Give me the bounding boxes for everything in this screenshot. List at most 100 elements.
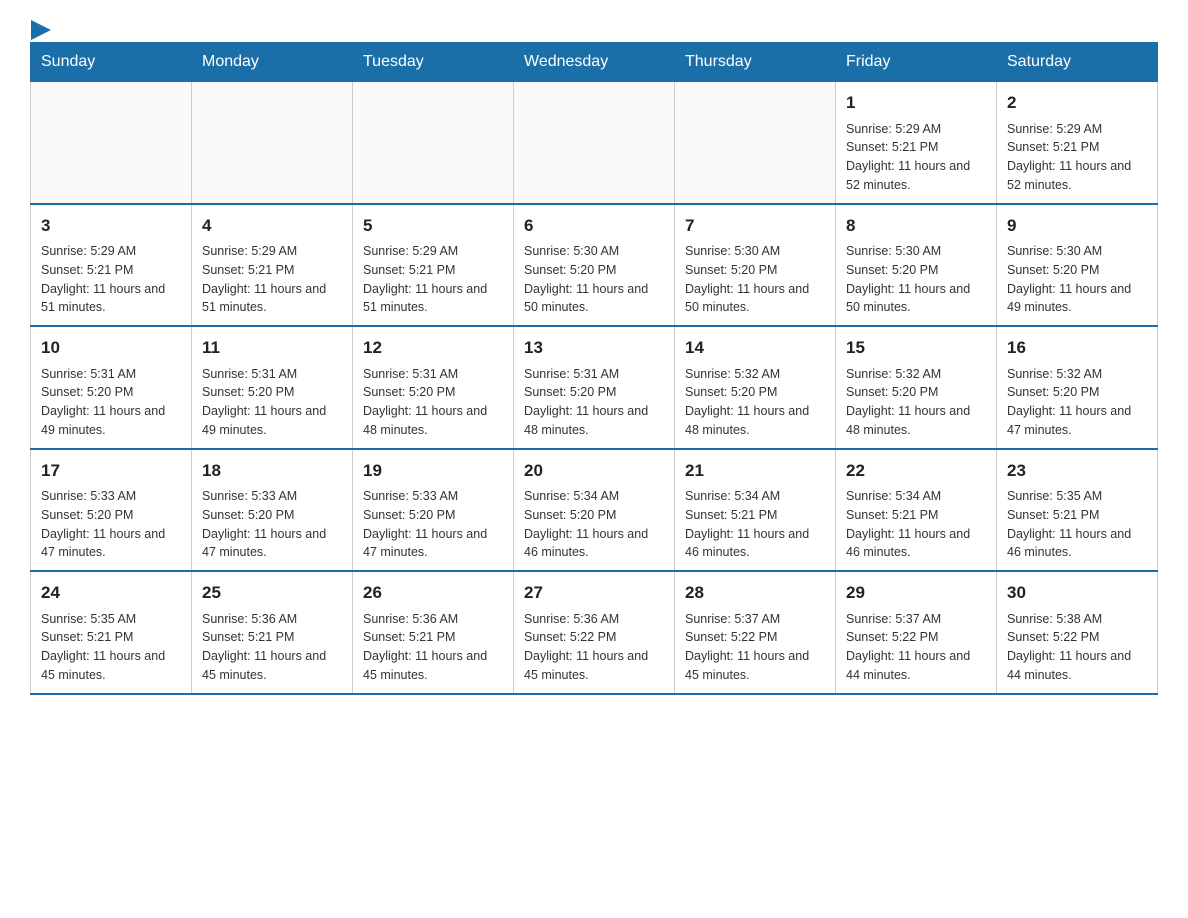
- day-info: Sunrise: 5:38 AMSunset: 5:22 PMDaylight:…: [1007, 610, 1147, 685]
- calendar-cell: [31, 82, 192, 204]
- day-number: 10: [41, 335, 181, 361]
- day-info: Sunrise: 5:30 AMSunset: 5:20 PMDaylight:…: [685, 242, 825, 317]
- day-number: 1: [846, 90, 986, 116]
- weekday-header-thursday: Thursday: [675, 43, 836, 82]
- day-info: Sunrise: 5:36 AMSunset: 5:22 PMDaylight:…: [524, 610, 664, 685]
- calendar-cell: 2 Sunrise: 5:29 AMSunset: 5:21 PMDaylight…: [997, 82, 1158, 204]
- calendar-cell: [675, 82, 836, 204]
- calendar-cell: 27 Sunrise: 5:36 AMSunset: 5:22 PMDayligh…: [514, 571, 675, 694]
- day-info: Sunrise: 5:29 AMSunset: 5:21 PMDaylight:…: [202, 242, 342, 317]
- day-number: 4: [202, 213, 342, 239]
- day-number: 20: [524, 458, 664, 484]
- day-info: Sunrise: 5:34 AMSunset: 5:21 PMDaylight:…: [685, 487, 825, 562]
- day-number: 28: [685, 580, 825, 606]
- calendar-cell: 14 Sunrise: 5:32 AMSunset: 5:20 PMDayligh…: [675, 326, 836, 449]
- day-info: Sunrise: 5:33 AMSunset: 5:20 PMDaylight:…: [41, 487, 181, 562]
- day-info: Sunrise: 5:29 AMSunset: 5:21 PMDaylight:…: [846, 120, 986, 195]
- day-number: 11: [202, 335, 342, 361]
- weekday-header-wednesday: Wednesday: [514, 43, 675, 82]
- day-number: 3: [41, 213, 181, 239]
- calendar-cell: 18 Sunrise: 5:33 AMSunset: 5:20 PMDayligh…: [192, 449, 353, 572]
- day-number: 18: [202, 458, 342, 484]
- logo-triangle-icon: [31, 20, 51, 40]
- calendar-cell: 7 Sunrise: 5:30 AMSunset: 5:20 PMDaylight…: [675, 204, 836, 327]
- calendar-cell: 15 Sunrise: 5:32 AMSunset: 5:20 PMDayligh…: [836, 326, 997, 449]
- calendar-cell: 20 Sunrise: 5:34 AMSunset: 5:20 PMDayligh…: [514, 449, 675, 572]
- calendar-cell: [514, 82, 675, 204]
- day-number: 5: [363, 213, 503, 239]
- day-number: 21: [685, 458, 825, 484]
- day-number: 13: [524, 335, 664, 361]
- calendar-cell: 10 Sunrise: 5:31 AMSunset: 5:20 PMDayligh…: [31, 326, 192, 449]
- weekday-header-friday: Friday: [836, 43, 997, 82]
- calendar-cell: [353, 82, 514, 204]
- calendar-cell: 8 Sunrise: 5:30 AMSunset: 5:20 PMDaylight…: [836, 204, 997, 327]
- calendar-cell: 28 Sunrise: 5:37 AMSunset: 5:22 PMDayligh…: [675, 571, 836, 694]
- day-number: 22: [846, 458, 986, 484]
- day-number: 27: [524, 580, 664, 606]
- calendar-cell: [192, 82, 353, 204]
- weekday-header-row: SundayMondayTuesdayWednesdayThursdayFrid…: [31, 43, 1158, 82]
- day-number: 25: [202, 580, 342, 606]
- calendar-cell: 4 Sunrise: 5:29 AMSunset: 5:21 PMDaylight…: [192, 204, 353, 327]
- day-info: Sunrise: 5:32 AMSunset: 5:20 PMDaylight:…: [846, 365, 986, 440]
- weekday-header-sunday: Sunday: [31, 43, 192, 82]
- logo-block: [30, 20, 51, 30]
- calendar-week-row: 3 Sunrise: 5:29 AMSunset: 5:21 PMDaylight…: [31, 204, 1158, 327]
- calendar-cell: 24 Sunrise: 5:35 AMSunset: 5:21 PMDayligh…: [31, 571, 192, 694]
- calendar-cell: 29 Sunrise: 5:37 AMSunset: 5:22 PMDayligh…: [836, 571, 997, 694]
- calendar-cell: 5 Sunrise: 5:29 AMSunset: 5:21 PMDaylight…: [353, 204, 514, 327]
- calendar-cell: 26Sunrise: 5:36 AMSunset: 5:21 PMDayligh…: [353, 571, 514, 694]
- day-number: 14: [685, 335, 825, 361]
- day-info: Sunrise: 5:34 AMSunset: 5:20 PMDaylight:…: [524, 487, 664, 562]
- weekday-header-saturday: Saturday: [997, 43, 1158, 82]
- weekday-header-tuesday: Tuesday: [353, 43, 514, 82]
- day-number: 30: [1007, 580, 1147, 606]
- calendar-week-row: 17Sunrise: 5:33 AMSunset: 5:20 PMDayligh…: [31, 449, 1158, 572]
- day-info: Sunrise: 5:37 AMSunset: 5:22 PMDaylight:…: [846, 610, 986, 685]
- calendar-cell: 6 Sunrise: 5:30 AMSunset: 5:20 PMDaylight…: [514, 204, 675, 327]
- calendar-cell: 23 Sunrise: 5:35 AMSunset: 5:21 PMDayligh…: [997, 449, 1158, 572]
- day-info: Sunrise: 5:35 AMSunset: 5:21 PMDaylight:…: [41, 610, 181, 685]
- day-info: Sunrise: 5:32 AMSunset: 5:20 PMDaylight:…: [685, 365, 825, 440]
- day-number: 15: [846, 335, 986, 361]
- calendar-week-row: 10 Sunrise: 5:31 AMSunset: 5:20 PMDayligh…: [31, 326, 1158, 449]
- day-number: 19: [363, 458, 503, 484]
- day-info: Sunrise: 5:29 AMSunset: 5:21 PMDaylight:…: [41, 242, 181, 317]
- day-info: Sunrise: 5:35 AMSunset: 5:21 PMDaylight:…: [1007, 487, 1147, 562]
- weekday-header-monday: Monday: [192, 43, 353, 82]
- day-info: Sunrise: 5:29 AMSunset: 5:21 PMDaylight:…: [1007, 120, 1147, 195]
- day-info: Sunrise: 5:36 AMSunset: 5:21 PMDaylight:…: [363, 610, 503, 685]
- day-info: Sunrise: 5:30 AMSunset: 5:20 PMDaylight:…: [846, 242, 986, 317]
- day-number: 9: [1007, 213, 1147, 239]
- day-info: Sunrise: 5:33 AMSunset: 5:20 PMDaylight:…: [363, 487, 503, 562]
- day-info: Sunrise: 5:31 AMSunset: 5:20 PMDaylight:…: [202, 365, 342, 440]
- day-number: 8: [846, 213, 986, 239]
- day-number: 12: [363, 335, 503, 361]
- day-info: Sunrise: 5:29 AMSunset: 5:21 PMDaylight:…: [363, 242, 503, 317]
- day-number: 23: [1007, 458, 1147, 484]
- day-number: 24: [41, 580, 181, 606]
- day-number: 6: [524, 213, 664, 239]
- day-number: 16: [1007, 335, 1147, 361]
- calendar-week-row: 24 Sunrise: 5:35 AMSunset: 5:21 PMDayligh…: [31, 571, 1158, 694]
- day-number: 29: [846, 580, 986, 606]
- day-info: Sunrise: 5:31 AMSunset: 5:20 PMDaylight:…: [41, 365, 181, 440]
- day-info: Sunrise: 5:37 AMSunset: 5:22 PMDaylight:…: [685, 610, 825, 685]
- day-number: 7: [685, 213, 825, 239]
- calendar-cell: 30 Sunrise: 5:38 AMSunset: 5:22 PMDayligh…: [997, 571, 1158, 694]
- day-info: Sunrise: 5:30 AMSunset: 5:20 PMDaylight:…: [524, 242, 664, 317]
- day-info: Sunrise: 5:31 AMSunset: 5:20 PMDaylight:…: [524, 365, 664, 440]
- day-info: Sunrise: 5:32 AMSunset: 5:20 PMDaylight:…: [1007, 365, 1147, 440]
- calendar-table: SundayMondayTuesdayWednesdayThursdayFrid…: [30, 42, 1158, 695]
- calendar-cell: 19 Sunrise: 5:33 AMSunset: 5:20 PMDayligh…: [353, 449, 514, 572]
- calendar-cell: 22Sunrise: 5:34 AMSunset: 5:21 PMDayligh…: [836, 449, 997, 572]
- day-info: Sunrise: 5:33 AMSunset: 5:20 PMDaylight:…: [202, 487, 342, 562]
- calendar-cell: 12 Sunrise: 5:31 AMSunset: 5:20 PMDayligh…: [353, 326, 514, 449]
- calendar-cell: 21 Sunrise: 5:34 AMSunset: 5:21 PMDayligh…: [675, 449, 836, 572]
- calendar-cell: 9Sunrise: 5:30 AMSunset: 5:20 PMDaylight…: [997, 204, 1158, 327]
- day-info: Sunrise: 5:31 AMSunset: 5:20 PMDaylight:…: [363, 365, 503, 440]
- calendar-cell: 17Sunrise: 5:33 AMSunset: 5:20 PMDayligh…: [31, 449, 192, 572]
- day-number: 2: [1007, 90, 1147, 116]
- day-info: Sunrise: 5:36 AMSunset: 5:21 PMDaylight:…: [202, 610, 342, 685]
